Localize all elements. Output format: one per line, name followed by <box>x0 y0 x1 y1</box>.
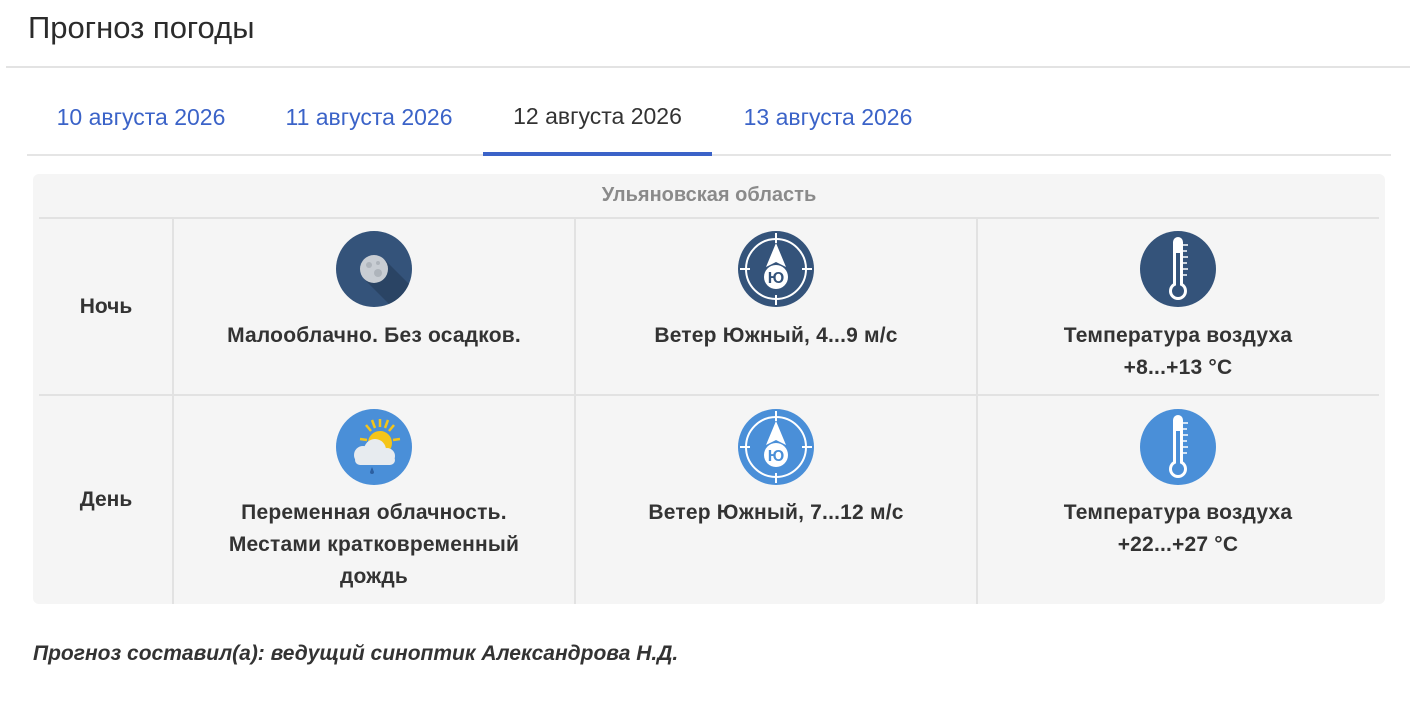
night-wind-text: Ветер Южный, 4...9 м/с <box>654 324 898 347</box>
night-weather-cell: Малооблачно. Без осадков. <box>172 219 574 394</box>
day-row: День Переменная облачность. Местами крат… <box>39 396 1379 604</box>
day-temperature-label: Температура воздуха <box>1063 501 1293 524</box>
day-temperature-cell: Температура воздуха +22...+27 °C <box>976 396 1378 604</box>
day-weather-cell: Переменная облачность. Местами кратковре… <box>172 396 574 604</box>
night-temperature-text: Температура воздуха +8...+13 °C <box>988 320 1368 384</box>
day-weather-text: Переменная облачность. Местами кратковре… <box>184 497 564 593</box>
forecast-author: Прогноз составил(а): ведущий синоптик Ал… <box>33 642 679 665</box>
tab-10-august[interactable]: 10 августа 2026 <box>27 88 255 154</box>
wind-direction-letter: Ю <box>768 448 785 465</box>
tab-12-august[interactable]: 12 августа 2026 <box>483 88 712 156</box>
tab-13-august[interactable]: 13 августа 2026 <box>712 88 944 154</box>
wind-south-icon: Ю <box>738 409 814 485</box>
day-temperature-value: +22...+27 °C <box>1117 533 1239 556</box>
thermometer-icon <box>1140 231 1216 307</box>
moon-icon <box>336 231 412 307</box>
period-label-night: Ночь <box>79 294 133 318</box>
day-weather-line-3: дождь <box>339 565 408 588</box>
page-header: Прогноз погоды <box>6 0 1410 68</box>
night-wind-cell: Ю Ветер Южный, 4...9 м/с <box>574 219 976 394</box>
date-tabs: 10 августа 2026 11 августа 2026 12 авгус… <box>27 88 1391 156</box>
sun-cloud-rain-icon <box>336 409 412 485</box>
day-temperature-text: Температура воздуха +22...+27 °C <box>988 497 1368 561</box>
forecast-table: Ульяновская область Ночь Малооблачно. Бе… <box>33 174 1385 604</box>
wind-direction-letter: Ю <box>768 270 785 287</box>
night-temperature-cell: Температура воздуха +8...+13 °C <box>976 219 1378 394</box>
night-row: Ночь Малооблачно. Без осадков. Ю Ветер Ю… <box>39 219 1379 396</box>
page-title: Прогноз погоды <box>28 10 255 45</box>
region-title: Ульяновская область <box>39 174 1379 219</box>
night-temperature-value: +8...+13 °C <box>1123 356 1233 379</box>
day-weather-line-2: Местами кратковременный <box>228 533 520 556</box>
period-label-day: День <box>79 488 133 511</box>
tab-11-august[interactable]: 11 августа 2026 <box>255 88 483 154</box>
night-temperature-label: Температура воздуха <box>1063 324 1293 347</box>
wind-south-icon: Ю <box>738 231 814 307</box>
day-wind-text: Ветер Южный, 7...12 м/с <box>648 501 904 524</box>
night-weather-text: Малооблачно. Без осадков. <box>227 324 521 347</box>
thermometer-icon <box>1140 409 1216 485</box>
day-wind-cell: Ю Ветер Южный, 7...12 м/с <box>574 396 976 604</box>
day-weather-line-1: Переменная облачность. <box>241 501 507 524</box>
